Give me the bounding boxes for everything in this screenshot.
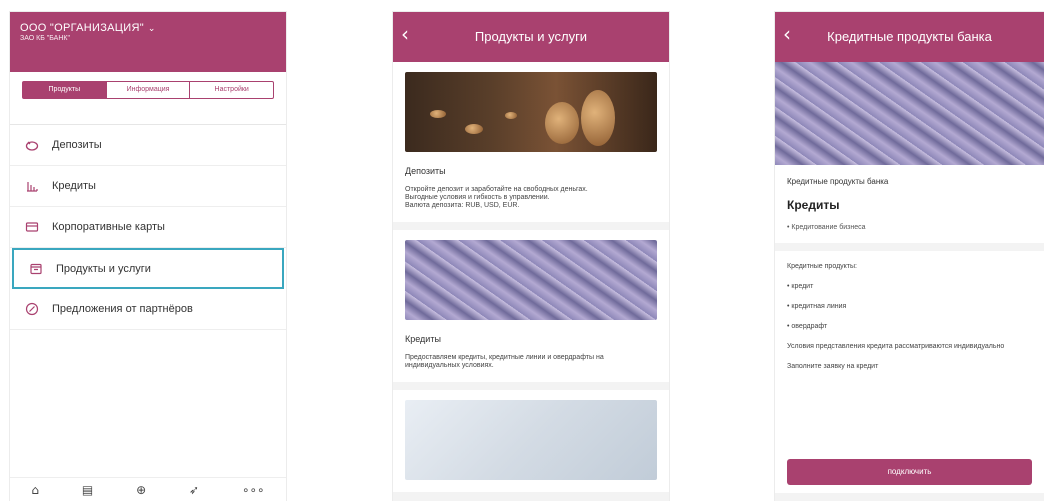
app-bar: ‹ Кредитные продукты банка (775, 12, 1044, 62)
card-deposits[interactable]: Депозиты Откройте депозит и заработайте … (393, 62, 669, 222)
box-icon (28, 261, 44, 277)
credit-summary: Кредитные продукты банка Кредиты • Креди… (775, 165, 1044, 243)
app-bar: ‹ Продукты и услуги (393, 12, 669, 62)
chevron-down-icon: ⌄ (147, 23, 156, 33)
send-icon[interactable]: ➶ (189, 483, 199, 497)
menu-item-label: Депозиты (52, 139, 102, 151)
list-item: • кредит (787, 283, 814, 290)
tab-products[interactable]: Продукты (23, 82, 106, 98)
segment-bar: Продукты Информация Настройки (10, 81, 286, 125)
screen-products-services: ‹ Продукты и услуги Депозиты Откройте де… (393, 12, 669, 501)
plus-circle-icon[interactable]: ⊕ (136, 483, 146, 497)
menu-item-label: Кредиты (52, 180, 96, 192)
chart-icon (24, 178, 40, 194)
list-item: • овердрафт (787, 323, 828, 330)
org-name: ООО "ОРГАНИЗАЦИЯ" (20, 22, 144, 34)
tab-info[interactable]: Информация (105, 82, 190, 98)
connect-button[interactable]: подключить (787, 459, 1032, 485)
section-label: Кредитные продукты банка (787, 177, 889, 186)
page-title: Кредитные продукты банка (827, 29, 992, 44)
tab-settings[interactable]: Настройки (189, 82, 273, 98)
list-item: Заполните заявку на кредит (787, 363, 879, 370)
document-icon[interactable]: ▤ (82, 483, 93, 497)
credit-details: Кредитные продукты банка Кредиты • Креди… (775, 165, 1044, 501)
list-item: Кредитные продукты: (787, 263, 857, 270)
home-icon[interactable]: ⌂ (31, 483, 39, 497)
card-title: Депозиты (405, 166, 446, 176)
more-icon[interactable]: ∘∘∘ (242, 483, 265, 497)
org-header[interactable]: ООО "ОРГАНИЗАЦИЯ" ⌄ ЗАО КБ "БАНК" (10, 12, 286, 72)
coins-image (405, 72, 657, 152)
screen-credit-products: ‹ Кредитные продукты банка Кредитные про… (775, 12, 1044, 501)
card-icon (24, 219, 40, 235)
menu-item-products-services[interactable]: Продукты и услуги (12, 248, 284, 289)
card-text: Предоставляем кредиты, кредитные линии и… (405, 354, 604, 369)
segmented-control: Продукты Информация Настройки (22, 81, 274, 99)
page-title: Продукты и услуги (474, 29, 588, 44)
screen-menu: ООО "ОРГАНИЗАЦИЯ" ⌄ ЗАО КБ "БАНК" Продукт… (10, 12, 286, 501)
card-credits[interactable]: Кредиты Предоставляем кредиты, кредитные… (393, 230, 669, 382)
banknotes-image (775, 62, 1044, 165)
percent-icon (24, 301, 40, 317)
menu-item-label: Предложения от партнёров (52, 303, 193, 315)
menu-item-cards[interactable]: Корпоративные карты (10, 207, 286, 248)
handshake-image (405, 400, 657, 480)
menu-item-partners[interactable]: Предложения от партнёров (10, 289, 286, 330)
card-partial[interactable] (393, 390, 669, 492)
card-text: Откройте депозит и заработайте на свобод… (405, 186, 588, 209)
credit-list: Кредитные продукты: • кредит • кредитная… (775, 251, 1044, 493)
section-sub: • Кредитование бизнеса (787, 224, 866, 231)
bank-name: ЗАО КБ "БАНК" (20, 35, 70, 42)
menu-item-label: Продукты и услуги (56, 262, 151, 275)
piggy-bank-icon (24, 137, 40, 153)
card-title: Кредиты (405, 334, 441, 344)
section-heading: Кредиты (787, 198, 840, 212)
list-item: Условия представления кредита рассматрив… (787, 343, 1005, 350)
cards-list: Депозиты Откройте депозит и заработайте … (393, 62, 669, 501)
list-item: • кредитная линия (787, 303, 847, 310)
org-selector[interactable]: ООО "ОРГАНИЗАЦИЯ" ⌄ (20, 22, 276, 34)
banknotes-image (405, 240, 657, 320)
menu-item-deposits[interactable]: Депозиты (10, 125, 286, 166)
menu-item-credits[interactable]: Кредиты (10, 166, 286, 207)
bottom-nav: ⌂ ▤ ⊕ ➶ ∘∘∘ (10, 477, 286, 501)
menu-item-label: Корпоративные карты (52, 221, 165, 233)
